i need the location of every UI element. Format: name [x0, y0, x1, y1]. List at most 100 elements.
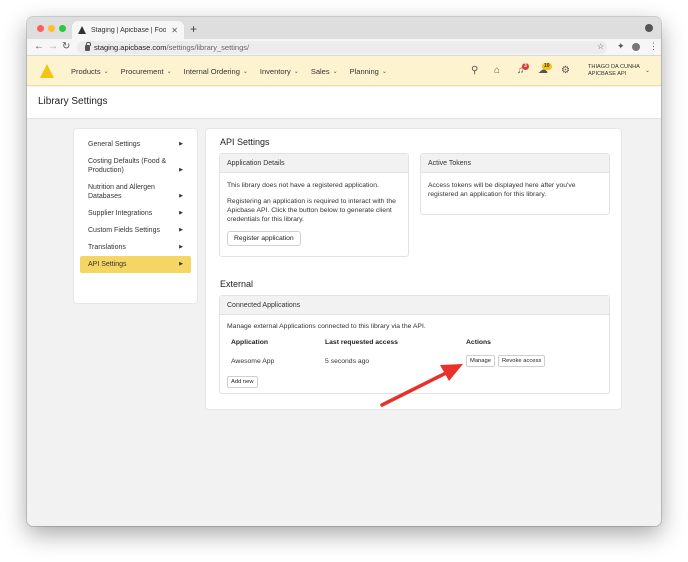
nav-sales[interactable]: Sales ⌄ — [311, 67, 338, 76]
sidebar-item-general-settings[interactable]: General Settings ▶ — [80, 136, 191, 153]
new-tab-button[interactable]: + — [190, 22, 197, 36]
nav-products[interactable]: Products ⌄ — [71, 67, 109, 76]
apicbase-logo-icon[interactable] — [40, 64, 54, 78]
sidebar-item-label: Translations — [88, 244, 126, 251]
nav-label: Sales — [310, 66, 330, 76]
extensions-icon[interactable]: ✦ — [617, 41, 625, 52]
page-title: Library Settings — [38, 96, 108, 107]
sidebar-item-label: Nutrition and Allergen Databases — [88, 184, 155, 200]
gear-icon[interactable]: ⚙ — [561, 65, 570, 76]
browser-profile-icon[interactable] — [645, 24, 653, 32]
nav-label: Inventory — [259, 66, 291, 76]
register-application-button[interactable]: Register application — [227, 231, 301, 246]
external-title: External — [220, 279, 254, 289]
sidebar-item-label: Supplier Integrations — [88, 210, 153, 217]
sidebar-item-supplier-integrations[interactable]: Supplier Integrations ▶ — [80, 205, 191, 222]
url-text: staging.apicbase.com/settings/library_se… — [94, 43, 249, 52]
nav-planning[interactable]: Planning ⌄ — [350, 67, 387, 76]
chevron-down-icon: ⌄ — [166, 68, 172, 75]
url-bar[interactable]: staging.apicbase.com/settings/library_se… — [77, 41, 607, 54]
active-tokens-heading: Active Tokens — [421, 154, 609, 173]
chevron-down-icon: ⌄ — [242, 68, 248, 75]
address-toolbar: ← → ↻ staging.apicbase.com/settings/libr… — [27, 39, 661, 56]
close-window-button[interactable] — [37, 25, 44, 32]
url-host: staging.apicbase.com — [94, 43, 167, 52]
sidebar-item-api-settings[interactable]: API Settings ▶ — [80, 256, 191, 273]
forward-button[interactable]: → — [48, 41, 58, 52]
caret-right-icon: ▶ — [179, 167, 183, 173]
user-org: APICBASE API — [588, 71, 627, 77]
caret-right-icon: ▶ — [179, 244, 183, 250]
caret-right-icon: ▶ — [179, 261, 183, 267]
account-icon[interactable] — [632, 43, 640, 51]
column-header-last-access: Last requested access — [325, 339, 398, 346]
basket-icon[interactable]: ⌂ — [494, 65, 500, 76]
tokens-info-text: Access tokens will be displayed here aft… — [428, 182, 576, 198]
nav-label: Internal Ordering — [183, 66, 240, 76]
settings-sidebar: General Settings ▶ Costing Defaults (Food… — [73, 128, 198, 304]
maximize-window-button[interactable] — [59, 25, 66, 32]
user-menu[interactable]: THIAGO DA CUNHA APICBASE API — [588, 64, 640, 78]
nav-label: Products — [71, 66, 101, 76]
sidebar-item-nutrition-allergen[interactable]: Nutrition and Allergen Databases ▶ — [80, 179, 191, 205]
nav-inventory[interactable]: Inventory ⌄ — [260, 67, 299, 76]
revoke-access-button[interactable]: Revoke access — [497, 355, 546, 367]
sidebar-item-label: API Settings — [88, 261, 127, 268]
chevron-down-icon: ⌄ — [332, 68, 338, 75]
lock-icon — [85, 41, 91, 51]
user-name: THIAGO DA CUNHA — [588, 64, 640, 70]
chevron-down-icon: ⌄ — [381, 68, 387, 75]
browser-menu-icon[interactable]: ⋮ — [649, 41, 658, 52]
sidebar-item-label: Custom Fields Settings — [88, 227, 160, 234]
url-path: /settings/library_settings/ — [166, 43, 250, 52]
page-title-bar: Library Settings — [27, 87, 661, 119]
caret-right-icon: ▶ — [179, 193, 183, 199]
browser-window: Staging | Apicbase | Food and ✕ + ← → ↻ … — [27, 17, 661, 526]
last-access-cell: 5 seconds ago — [325, 357, 370, 365]
registration-info-text: Registering an application is required t… — [227, 198, 396, 223]
minimize-window-button[interactable] — [48, 25, 55, 32]
column-header-actions: Actions — [466, 339, 491, 346]
connected-applications-heading: Connected Applications — [220, 296, 609, 315]
application-details-panel: Application Details This library does no… — [219, 153, 409, 257]
nav-procurement[interactable]: Procurement ⌄ — [121, 67, 172, 76]
reload-button[interactable]: ↻ — [62, 41, 70, 52]
add-new-button[interactable]: Add new — [227, 376, 258, 388]
tab-title: Staging | Apicbase | Food and — [91, 26, 167, 34]
close-tab-icon[interactable]: ✕ — [171, 26, 178, 35]
chevron-down-icon[interactable]: ⌄ — [645, 67, 650, 74]
chevron-down-icon: ⌄ — [293, 68, 299, 75]
apicbase-favicon-icon — [78, 26, 86, 34]
chevron-down-icon: ⌄ — [103, 68, 109, 75]
no-application-text: This library does not have a registered … — [227, 182, 379, 189]
caret-right-icon: ▶ — [179, 210, 183, 216]
nav-label: Procurement — [120, 66, 164, 76]
nav-internal-ordering[interactable]: Internal Ordering ⌄ — [184, 67, 248, 76]
active-tokens-panel: Active Tokens Access tokens will be disp… — [420, 153, 610, 215]
column-header-application: Application — [231, 339, 269, 346]
tab-strip: Staging | Apicbase | Food and ✕ + — [27, 17, 661, 39]
manage-button[interactable]: Manage — [466, 355, 495, 367]
sidebar-item-costing-defaults[interactable]: Costing Defaults (Food & Production) ▶ — [80, 153, 191, 179]
main-nav: Products ⌄ Procurement ⌄ Internal Ordering… — [71, 56, 387, 86]
browser-tab[interactable]: Staging | Apicbase | Food and ✕ — [72, 21, 184, 39]
table-row: Awesome App 5 seconds ago Manage Revoke … — [227, 350, 602, 372]
api-settings-card: API Settings Application Details This li… — [205, 128, 622, 410]
sidebar-item-translations[interactable]: Translations ▶ — [80, 239, 191, 256]
applications-table: Application Last requested access Action… — [227, 335, 602, 372]
app-header: Products ⌄ Procurement ⌄ Internal Ordering… — [27, 56, 661, 86]
back-button[interactable]: ← — [34, 41, 44, 52]
table-header-row: Application Last requested access Action… — [227, 335, 602, 350]
search-icon[interactable]: ⚲ — [471, 65, 478, 76]
application-details-heading: Application Details — [220, 154, 408, 173]
connected-applications-description: Manage external Applications connected t… — [227, 323, 426, 330]
connected-applications-panel: Connected Applications Manage external A… — [219, 295, 610, 394]
api-settings-title: API Settings — [220, 137, 270, 147]
sidebar-item-custom-fields[interactable]: Custom Fields Settings ▶ — [80, 222, 191, 239]
bookmark-star-icon[interactable]: ☆ — [597, 42, 604, 51]
sidebar-item-label: General Settings — [88, 141, 141, 148]
application-name-cell: Awesome App — [231, 357, 275, 365]
notification-count-badge: 3 — [522, 63, 529, 70]
nav-label: Planning — [349, 66, 379, 76]
actions-cell: Manage Revoke access — [462, 350, 602, 372]
